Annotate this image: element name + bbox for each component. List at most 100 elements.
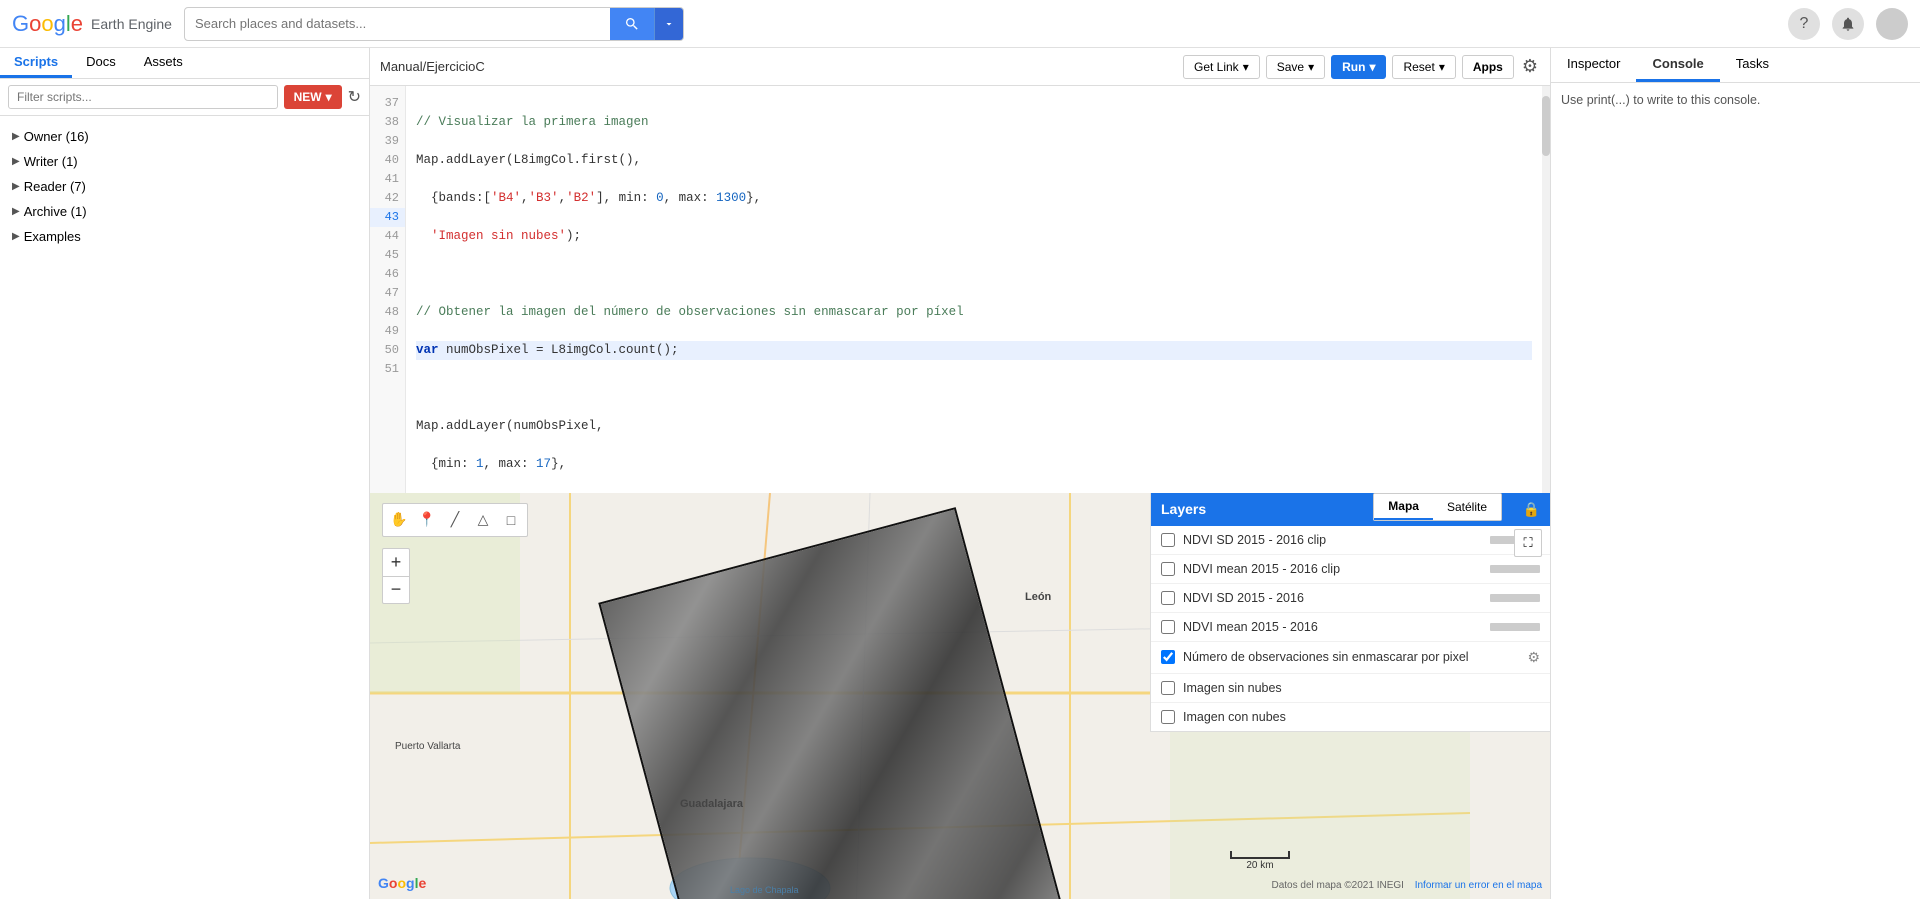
layer-imagen-sin-nubes-label: Imagen sin nubes [1183,681,1540,695]
line-tool-button[interactable]: ╱ [442,507,468,533]
file-path: Manual/EjercicioC [380,59,1175,74]
tab-scripts[interactable]: Scripts [0,48,72,78]
save-dropdown-arrow: ▾ [1308,60,1314,74]
filter-scripts-input[interactable] [8,85,278,109]
right-tab-bar: Inspector Console Tasks [1551,48,1920,83]
line-numbers: 37 38 39 40 41 42 43 44 45 46 47 48 49 5… [370,86,406,493]
tree-item-reader[interactable]: ▶ Reader (7) [0,174,369,199]
zoom-controls: + − [382,548,410,604]
logo: Google Earth Engine [12,11,172,37]
bell-icon [1840,16,1856,32]
tree-item-examples[interactable]: ▶ Examples [0,224,369,249]
scripts-toolbar: NEW ▾ ↻ [0,79,369,116]
layer-ndvi-mean-clip-label: NDVI mean 2015 - 2016 clip [1183,562,1482,576]
rectangle-tool-button[interactable]: □ [498,507,524,533]
run-button[interactable]: Run ▾ [1331,55,1386,79]
code-editor: 37 38 39 40 41 42 43 44 45 46 47 48 49 5… [370,86,1550,493]
layer-ndvi-mean-clip-checkbox[interactable] [1161,562,1175,576]
city-leon: León [1025,591,1051,603]
code-line-42: // Obtener la imagen del número de obser… [416,303,1532,322]
apps-button[interactable]: Apps [1462,55,1514,79]
layer-imagen-con-nubes-label: Imagen con nubes [1183,710,1540,724]
reset-dropdown-arrow: ▾ [1439,60,1445,74]
map-tools: ✋ 📍 ╱ △ □ [382,503,528,537]
map-type-mapa[interactable]: Mapa [1374,494,1433,520]
user-avatar[interactable] [1876,8,1908,40]
tree-item-owner[interactable]: ▶ Owner (16) [0,124,369,149]
layer-ndvi-mean-label: NDVI mean 2015 - 2016 [1183,620,1482,634]
layer-ndvi-sd-clip-checkbox[interactable] [1161,533,1175,547]
console-content: Use print(...) to write to this console. [1551,83,1920,899]
scale-label: 20 km [1246,860,1273,871]
map-type-satelite[interactable]: Satélite [1433,494,1501,520]
top-right-controls: ? [1788,8,1908,40]
new-script-button[interactable]: NEW ▾ [284,85,342,109]
search-input[interactable] [185,10,610,37]
layer-num-obs: Número de observaciones sin enmascarar p… [1151,642,1550,674]
right-panel: Inspector Console Tasks Use print(...) t… [1550,48,1920,899]
fullscreen-button[interactable]: ⛶ [1514,529,1542,557]
layer-num-obs-label: Número de observaciones sin enmascarar p… [1183,650,1519,664]
layer-ndvi-sd-checkbox[interactable] [1161,591,1175,605]
city-guadalajara: Guadalajara [680,798,743,810]
layer-num-obs-checkbox[interactable] [1161,650,1175,664]
layer-ndvi-sd-clip-label: NDVI SD 2015 - 2016 clip [1183,533,1482,547]
map-area: ✋ 📍 ╱ △ □ + − Guadalajara León Guanajuat… [370,493,1550,899]
refresh-button[interactable]: ↻ [348,87,361,107]
point-tool-button[interactable]: 📍 [414,507,440,533]
report-error-link[interactable]: Informar un error en el mapa [1415,880,1542,891]
layers-title: Layers [1161,501,1206,517]
console-text: Use print(...) to write to this console. [1561,93,1910,107]
dropdown-arrow-icon [663,18,675,30]
layer-ndvi-sd-label: NDVI SD 2015 - 2016 [1183,591,1482,605]
code-line-37: // Visualizar la primera imagen [416,113,1532,132]
get-link-dropdown-arrow: ▾ [1243,60,1249,74]
layer-vis-bar-2 [1490,565,1540,573]
search-icon [624,16,640,32]
layer-num-obs-gear-icon[interactable]: ⚙ [1527,649,1540,666]
code-line-38: Map.addLayer(L8imgCol.first(), [416,151,1532,170]
tab-tasks[interactable]: Tasks [1720,48,1785,82]
reset-button[interactable]: Reset ▾ [1392,55,1455,79]
tab-inspector[interactable]: Inspector [1551,48,1636,82]
code-line-39: {bands:['B4','B3','B2'], min: 0, max: 13… [416,189,1532,208]
layers-lock-icon[interactable]: 🔒 [1523,501,1540,518]
tab-assets[interactable]: Assets [130,48,197,78]
earth-engine-label: Earth Engine [91,16,172,32]
save-button[interactable]: Save ▾ [1266,55,1325,79]
hand-tool-button[interactable]: ✋ [386,507,412,533]
left-panel: Scripts Docs Assets NEW ▾ ↻ ▶ Owner (16)… [0,48,370,899]
zoom-in-button[interactable]: + [382,548,410,576]
google-map-logo: Google [378,875,426,891]
map-background: ✋ 📍 ╱ △ □ + − Guadalajara León Guanajuat… [370,493,1550,899]
code-line-43: var numObsPixel = L8imgCol.count(); [416,341,1532,360]
code-line-46: {min: 1, max: 17}, [416,455,1532,474]
tab-docs[interactable]: Docs [72,48,130,78]
layer-ndvi-mean: NDVI mean 2015 - 2016 [1151,613,1550,642]
notifications-button[interactable] [1832,8,1864,40]
layers-panel: Layers 🔒 NDVI SD 2015 - 2016 clip NDVI m… [1150,493,1550,732]
get-link-button[interactable]: Get Link ▾ [1183,55,1260,79]
polygon-tool-button[interactable]: △ [470,507,496,533]
run-dropdown-arrow: ▾ [1369,60,1375,74]
search-button[interactable] [610,7,654,41]
code-line-41 [416,265,1532,284]
new-dropdown-arrow: ▾ [326,90,332,104]
zoom-out-button[interactable]: − [382,576,410,604]
tree-item-writer[interactable]: ▶ Writer (1) [0,149,369,174]
help-button[interactable]: ? [1788,8,1820,40]
search-dropdown-button[interactable] [654,7,683,41]
main-layout: Scripts Docs Assets NEW ▾ ↻ ▶ Owner (16)… [0,48,1920,899]
layer-ndvi-mean-checkbox[interactable] [1161,620,1175,634]
code-lines[interactable]: // Visualizar la primera imagen Map.addL… [406,86,1542,493]
code-line-40: 'Imagen sin nubes'); [416,227,1532,246]
scrollbar[interactable] [1542,86,1550,493]
layer-imagen-con-nubes-checkbox[interactable] [1161,710,1175,724]
layer-imagen-sin-nubes-checkbox[interactable] [1161,681,1175,695]
scripts-tree: ▶ Owner (16) ▶ Writer (1) ▶ Reader (7) ▶… [0,116,369,899]
tree-item-archive[interactable]: ▶ Archive (1) [0,199,369,224]
tab-console[interactable]: Console [1636,48,1719,82]
settings-button[interactable]: ⚙ [1520,54,1540,79]
layer-ndvi-mean-clip: NDVI mean 2015 - 2016 clip [1151,555,1550,584]
layer-ndvi-sd-clip: NDVI SD 2015 - 2016 clip [1151,526,1550,555]
